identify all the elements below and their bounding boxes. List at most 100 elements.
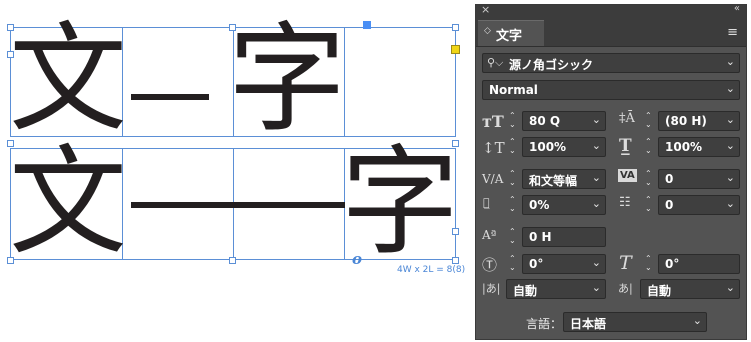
chevron-down-icon: ⌄ — [725, 139, 735, 152]
font-size-icon: тT — [482, 112, 504, 131]
grid-field[interactable]: 0 ⌄ — [658, 195, 740, 215]
chevron-down-icon: ⌄ — [591, 171, 601, 184]
resize-handle[interactable] — [229, 257, 236, 264]
long-dash-glyph — [131, 202, 345, 208]
panel-titlebar: × « — [476, 3, 746, 18]
resize-handle[interactable] — [7, 140, 14, 147]
tab-arrows-icon: ◇ — [484, 26, 491, 36]
aki-before-icon: |あ| — [482, 282, 501, 295]
kerning-value: 和文等幅 — [529, 174, 578, 188]
baseline-shift-value: 0 H — [529, 230, 552, 244]
glyph-bun: 文 — [9, 133, 128, 271]
tracking-field[interactable]: 0 ⌄ — [658, 169, 740, 189]
kerning-stepper[interactable]: ⌃ ⌄ — [506, 169, 522, 189]
font-family-select[interactable]: ⚲⌵ 源ノ角ゴシック ⌄ — [482, 53, 740, 73]
font-size-value: 80 Q — [529, 114, 561, 128]
horizontal-scale-value: 100% — [665, 140, 703, 154]
aki-before-value: 自動 — [513, 284, 538, 298]
tab-character[interactable]: ◇ 文字 — [478, 20, 544, 46]
close-icon[interactable]: × — [481, 3, 490, 16]
glyph-bun: 文 — [9, 10, 128, 148]
chevron-down-icon: ⌄ — [591, 113, 601, 126]
leading-stepper[interactable]: ⌃ ⌄ — [642, 111, 658, 131]
leading-icon: ‡Ā — [619, 111, 635, 126]
dash-glyph — [131, 94, 209, 100]
language-label: 言語： — [526, 317, 563, 331]
glyph-ji: 字 — [228, 10, 347, 148]
horizontal-scale-icon: T̲ — [619, 136, 632, 156]
vertical-scale-icon: ↕T — [482, 139, 505, 157]
chevron-down-icon: ⌄ — [692, 314, 702, 327]
character-rotation-icon: Ⓣ — [482, 256, 498, 274]
chevron-down-icon: ⌄ — [591, 197, 601, 210]
vertical-scale-stepper[interactable]: ⌃ ⌄ — [506, 137, 522, 157]
text-frame-row-2[interactable]: 文 字 — [9, 143, 459, 261]
tracking-value: 0 — [665, 172, 674, 186]
chevron-down-icon: ⌄ — [725, 171, 735, 184]
leading-value: (80 H) — [665, 114, 707, 128]
font-size-field[interactable]: 80 Q ⌄ — [522, 111, 606, 131]
text-frame-row-1[interactable]: 文 字 — [9, 20, 456, 138]
aki-before-select[interactable]: 自動 ⌄ — [506, 279, 606, 299]
font-style-select[interactable]: Normal ⌄ — [482, 80, 740, 100]
rotate-handle[interactable] — [363, 21, 371, 29]
chevron-down-icon: ⌄ — [591, 256, 601, 269]
rotation-stepper[interactable]: ⌃ ⌄ — [506, 254, 522, 274]
chevron-down-icon: ⌄ — [591, 139, 601, 152]
horizontal-scale-stepper[interactable]: ⌃ ⌄ — [642, 137, 658, 157]
resize-handle[interactable] — [7, 257, 14, 264]
language-select[interactable]: 日本語 ⌄ — [563, 312, 707, 332]
resize-handle[interactable] — [229, 24, 236, 31]
horizontal-scale-field[interactable]: 100% ⌄ — [658, 137, 740, 157]
leading-field[interactable]: (80 H) ⌄ — [658, 111, 740, 131]
grid-value: 0 — [665, 198, 674, 212]
overflow-marker[interactable]: o — [352, 250, 362, 268]
vertical-scale-field[interactable]: 100% ⌄ — [522, 137, 606, 157]
kerning-icon: V/A — [482, 172, 504, 186]
grid-icon: ☷ — [619, 195, 631, 210]
collapse-icon[interactable]: « — [734, 3, 740, 14]
grid-stepper[interactable]: ⌃ ⌄ — [642, 195, 658, 215]
font-size-stepper[interactable]: ⌃ ⌄ — [506, 111, 522, 131]
baseline-shift-field[interactable]: 0 H — [522, 227, 606, 247]
tab-label: 文字 — [496, 29, 523, 44]
vertical-scale-value: 100% — [529, 140, 567, 154]
kerning-field[interactable]: 和文等幅 ⌄ — [522, 169, 606, 189]
chevron-down-icon: ⌄ — [725, 281, 735, 294]
resize-handle[interactable] — [452, 24, 459, 31]
tsume-field[interactable]: 0% ⌄ — [522, 195, 606, 215]
chevron-down-icon: ⌄ — [725, 113, 735, 126]
skew-value: 0° — [665, 257, 680, 271]
corner-option-handle[interactable] — [451, 45, 460, 54]
resize-handle[interactable] — [7, 51, 14, 58]
baseline-shift-icon: Aª — [482, 228, 497, 242]
aki-after-select[interactable]: 自動 ⌄ — [640, 279, 740, 299]
chevron-down-icon: ⌄ — [725, 82, 735, 95]
tracking-icon: VA — [618, 169, 637, 182]
font-family-value: 源ノ角ゴシック — [509, 58, 594, 72]
resize-handle[interactable] — [452, 257, 459, 264]
resize-handle[interactable] — [7, 24, 14, 31]
baseline-shift-stepper[interactable]: ⌃ ⌄ — [506, 227, 522, 247]
skew-field[interactable]: 0° — [658, 254, 740, 274]
tsume-stepper[interactable]: ⌃ ⌄ — [506, 195, 522, 215]
aki-after-value: 自動 — [647, 284, 672, 298]
rotation-field[interactable]: 0° ⌄ — [522, 254, 606, 274]
frame-grid-info: 4W x 2L = 8(8) — [397, 265, 466, 275]
language-value: 日本語 — [570, 317, 607, 331]
resize-handle[interactable] — [452, 228, 459, 235]
skew-stepper[interactable]: ⌃ ⌄ — [642, 254, 658, 274]
tracking-stepper[interactable]: ⌃ ⌄ — [642, 169, 658, 189]
chevron-down-icon: ⌄ — [591, 281, 601, 294]
character-panel: × « ◇ 文字 ≡ ⚲⌵ 源ノ角ゴシック ⌄ Normal ⌄ тT ⌃ ⌄ 8… — [475, 3, 747, 340]
search-icon: ⚲⌵ — [487, 56, 504, 69]
chevron-down-icon: ⌄ — [725, 197, 735, 210]
chevron-down-icon: ⌄ — [725, 55, 735, 68]
rotation-value: 0° — [529, 257, 544, 271]
panel-menu-icon[interactable]: ≡ — [727, 25, 738, 40]
aki-after-icon: あ| — [618, 282, 633, 295]
font-style-value: Normal — [489, 83, 538, 97]
resize-handle[interactable] — [452, 140, 459, 147]
tsume-value: 0% — [529, 198, 550, 212]
skew-icon: T — [619, 252, 632, 274]
